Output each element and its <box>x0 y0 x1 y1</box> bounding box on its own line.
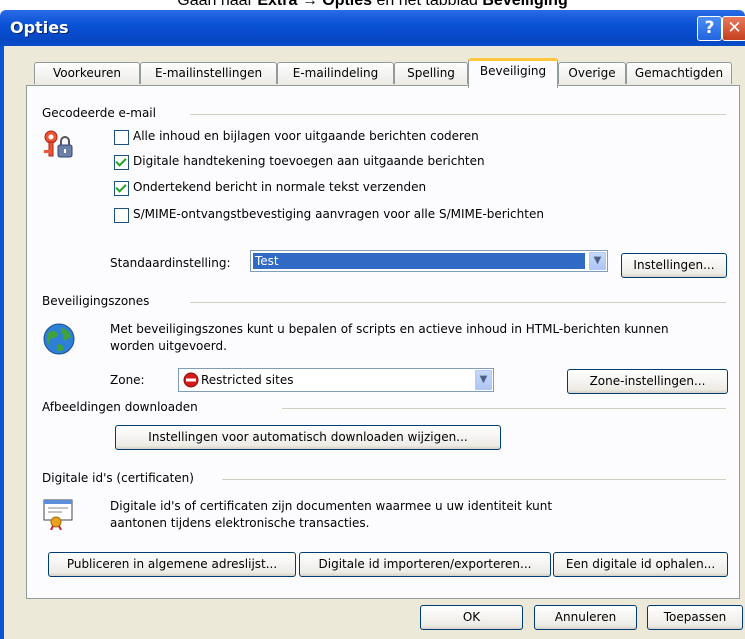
tab-gemachtigden[interactable]: Gemachtigden <box>626 62 732 84</box>
tab-voorkeuren[interactable]: Voorkeuren <box>34 62 140 84</box>
label-encrypt-all[interactable]: Alle inhoud en bijlagen voor uitgaande b… <box>133 129 479 143</box>
digital-ids-description: Digitale id's of certificaten zijn docum… <box>110 499 553 530</box>
divider <box>190 302 726 303</box>
divider <box>282 408 726 409</box>
divider <box>222 479 726 480</box>
tab-spelling[interactable]: Spelling <box>394 62 468 84</box>
tab-beveiliging[interactable]: Beveiliging <box>468 58 558 88</box>
label-clear-text-signed[interactable]: Ondertekend bericht in normale tekst ver… <box>133 180 426 194</box>
close-button[interactable]: ✕ <box>722 16 745 41</box>
checkbox-encrypt-all[interactable] <box>114 130 129 145</box>
lock-key-icon <box>40 128 76 167</box>
default-setting-value: Test <box>253 253 585 269</box>
default-setting-dropdown[interactable]: Test ▼ <box>250 250 608 272</box>
checkbox-smime-receipt[interactable] <box>114 208 129 223</box>
ok-button[interactable]: OK <box>420 605 523 630</box>
chevron-down-icon[interactable]: ▼ <box>475 370 492 390</box>
certificate-icon <box>42 496 76 533</box>
window-title: Opties <box>10 18 69 37</box>
zone-dropdown[interactable]: Restricted sites ▼ <box>178 368 494 392</box>
automatic-download-settings-button[interactable]: Instellingen voor automatisch downloaden… <box>115 425 501 450</box>
zones-description: Met beveiligingszones kunt u bepalen of … <box>110 322 669 353</box>
import-export-id-button[interactable]: Digitale id importeren/exporteren... <box>299 552 551 577</box>
apply-button[interactable]: Toepassen <box>647 605 743 630</box>
tab-overige[interactable]: Overige <box>558 62 626 84</box>
checkbox-clear-text-signed[interactable] <box>114 181 129 196</box>
restricted-icon <box>183 372 199 391</box>
security-zones-heading: Beveiligingszones <box>42 294 150 308</box>
label-digital-signature[interactable]: Digitale handtekening toevoegen aan uitg… <box>133 154 485 168</box>
tab-e-mailinstellingen[interactable]: E-mailinstellingen <box>140 62 277 84</box>
zone-value: Restricted sites <box>201 373 294 387</box>
settings-button[interactable]: Instellingen... <box>621 253 727 278</box>
zone-label: Zone: <box>110 373 145 387</box>
checkbox-digital-signature[interactable] <box>114 155 129 170</box>
instruction-caption: Gaan naar Extra → Opties en het tabblad … <box>0 0 745 10</box>
images-heading: Afbeeldingen downloaden <box>42 400 198 414</box>
globe-icon <box>42 322 76 359</box>
title-bar: Opties ? ✕ <box>0 10 745 46</box>
tab-e-mailindeling[interactable]: E-mailindeling <box>277 62 394 84</box>
default-setting-label: Standaardinstelling: <box>110 256 231 270</box>
chevron-down-icon[interactable]: ▼ <box>589 252 606 270</box>
encrypted-email-heading: Gecodeerde e-mail <box>42 106 156 120</box>
help-button[interactable]: ? <box>697 16 722 41</box>
publish-gal-button[interactable]: Publiceren in algemene adreslijst... <box>48 552 296 577</box>
divider <box>190 114 726 115</box>
zone-settings-button[interactable]: Zone-instellingen... <box>567 369 728 394</box>
label-smime-receipt[interactable]: S/MIME-ontvangstbevestiging aanvragen vo… <box>133 207 544 221</box>
cancel-button[interactable]: Annuleren <box>534 605 637 630</box>
get-digital-id-button[interactable]: Een digitale id ophalen... <box>553 552 728 577</box>
digital-ids-heading: Digitale id's (certificaten) <box>42 471 194 485</box>
